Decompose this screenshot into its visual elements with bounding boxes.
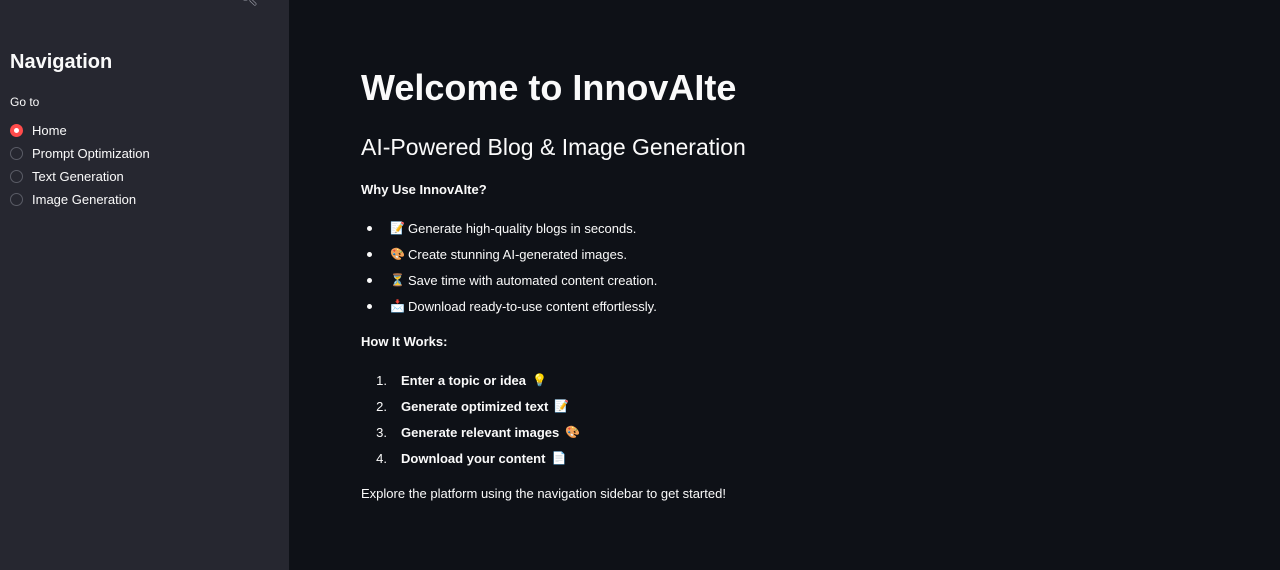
benefit-text: Create stunning AI-generated images. [408,246,627,262]
palette-icon: 🎨 [390,247,405,261]
radio-option-image-generation[interactable]: Image Generation [10,188,150,211]
radio-button[interactable] [10,193,23,206]
step-number: 4. [376,450,387,466]
sidebar-title: Navigation [10,51,113,73]
step-text: Generate optimized text [401,398,549,414]
benefit-text: Save time with automated content creatio… [408,272,658,288]
list-item: 1. Enter a topic or idea 💡 [361,367,580,393]
list-item: 2. Generate optimized text 📝 [361,393,580,419]
navigation-radio-group: Home Prompt Optimization Text Generation… [10,119,150,211]
bullet-icon [367,303,372,309]
radio-label: Image Generation [32,192,137,207]
radio-label: Prompt Optimization [32,146,150,161]
search-icon[interactable]: 🔍︎ [238,0,258,6]
radio-option-text-generation[interactable]: Text Generation [10,165,150,188]
how-heading: How It Works: [361,334,448,349]
step-number: 3. [376,424,387,440]
sidebar: 🔍︎ Navigation Go to Home Prompt Optimiza… [0,0,289,570]
list-item: 🎨 Create stunning AI-generated images. [361,241,657,267]
list-item: 📝 Generate high-quality blogs in seconds… [361,215,657,241]
list-item: 4. Download your content 📄 [361,445,580,471]
step-number: 2. [376,398,387,414]
step-text: Generate relevant images [401,424,560,440]
inbox-download-icon: 📩 [390,299,405,313]
steps-list: 1. Enter a topic or idea 💡 2. Generate o… [361,367,580,471]
bullet-icon [367,251,372,257]
radio-label: Text Generation [32,169,124,184]
list-item: ⏳ Save time with automated content creat… [361,267,657,293]
memo-icon: 📝 [554,399,570,413]
radio-button[interactable] [10,147,23,160]
light-bulb-icon: 💡 [531,373,547,387]
radio-option-home[interactable]: Home [10,119,150,142]
benefits-list: 📝 Generate high-quality blogs in seconds… [361,215,657,319]
page-subtitle: AI-Powered Blog & Image Generation [361,134,746,160]
radio-option-prompt-optimization[interactable]: Prompt Optimization [10,142,150,165]
benefit-text: Generate high-quality blogs in seconds. [408,220,637,236]
step-text: Download your content [401,450,546,466]
footer-message: Explore the platform using the navigatio… [361,486,726,501]
radio-button-selected[interactable] [10,124,23,137]
step-number: 1. [376,372,387,388]
list-item: 📩 Download ready-to-use content effortle… [361,293,657,319]
page-icon: 📄 [551,451,567,465]
bullet-icon [367,277,372,283]
radio-group-label: Go to [10,95,40,109]
palette-icon: 🎨 [565,425,581,439]
bullet-icon [367,225,372,231]
page-title: Welcome to InnovAIte [361,67,737,108]
memo-icon: 📝 [390,221,405,235]
benefit-text: Download ready-to-use content effortless… [408,298,657,314]
radio-button[interactable] [10,170,23,183]
radio-label: Home [32,123,67,138]
hourglass-icon: ⏳ [390,273,405,287]
step-text: Enter a topic or idea [401,372,526,388]
list-item: 3. Generate relevant images 🎨 [361,419,580,445]
why-heading: Why Use InnovAIte? [361,182,487,197]
